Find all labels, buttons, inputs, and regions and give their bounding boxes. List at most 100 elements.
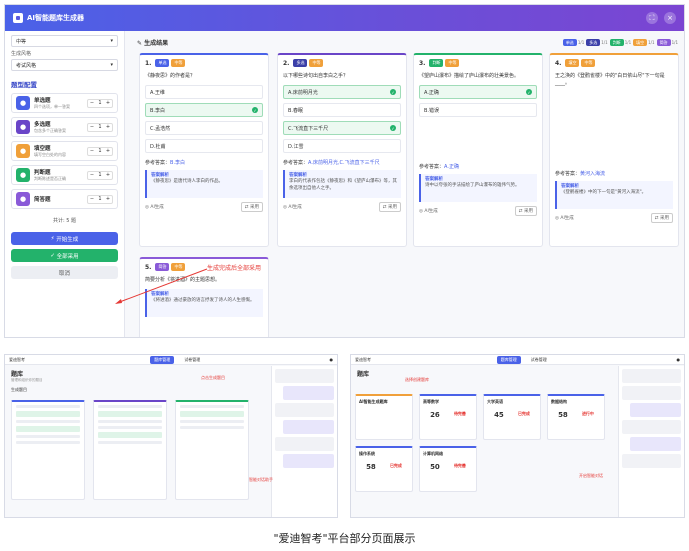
cancel-button[interactable]: 取消 — [11, 266, 118, 279]
question-type-desc: 判断陈述是否正确 — [34, 176, 66, 181]
filter-count: 1/1 — [671, 39, 678, 45]
adopt-button[interactable]: ⇄ 采用 — [378, 202, 401, 212]
plus-icon[interactable]: + — [104, 148, 112, 154]
quantity-stepper[interactable]: −1 + — [87, 170, 113, 180]
annotation-create: 选择创建题库 — [405, 377, 429, 382]
avatar[interactable]: ● — [330, 357, 334, 362]
adopt-button[interactable]: ⇄ 采用 — [240, 202, 263, 212]
adopt-all-button[interactable]: ✓ 全部采用 — [11, 249, 118, 262]
tab-question-bank[interactable]: 题库管理 — [150, 355, 175, 364]
quantity-stepper[interactable]: −1 + — [87, 194, 113, 204]
type-filters: 单选 1/1 多选 1/1 判断 1/1 填空 1/1 简答 1/1 — [561, 38, 678, 46]
filter-chip[interactable]: 单选 — [562, 38, 577, 46]
mini-top-bar: 爱迪智考 题库管理 试卷管理 ● — [5, 355, 337, 365]
option-item[interactable]: C.飞流直下三千尺 ✓ — [283, 121, 401, 135]
option-item[interactable]: A.正确 ✓ — [419, 85, 537, 99]
annotation-adopt: 生成完成后全部采用 — [207, 265, 262, 272]
option-item[interactable]: B.春眠 — [283, 103, 401, 117]
adopt-button[interactable]: ⇄ 采用 — [650, 213, 673, 223]
option-item[interactable]: D.江雪 — [283, 139, 401, 153]
bank-card[interactable]: 操作系统 58 已完成 — [355, 446, 413, 492]
quantity-stepper[interactable]: −1 + — [87, 146, 113, 156]
type-tag: 多选 — [293, 59, 308, 67]
option-item[interactable]: C.孟浩然 — [145, 121, 263, 135]
fullscreen-icon[interactable]: ⛶ — [646, 12, 658, 24]
option-item[interactable]: B.李白 ✓ — [145, 103, 263, 117]
question-card: 3. 判断 中等 《望庐山瀑布》描绘了庐山瀑布的壮美景色。 A.正确 ✓ B.错误 参考答案：… — [413, 53, 543, 247]
annotation-generate: 点击生成题目 — [201, 375, 225, 380]
question-text: 《望庐山瀑布》描绘了庐山瀑布的壮美景色。 — [419, 73, 520, 79]
avatar[interactable]: ● — [677, 357, 681, 362]
question-type-desc: 四个选项，单一答案 — [34, 104, 70, 109]
page-title: 题库 — [357, 371, 370, 378]
minus-icon[interactable]: − — [88, 172, 96, 178]
question-type-row: ● 判断题 判断陈述是否正确 −1 + — [11, 165, 118, 185]
style-select[interactable]: 考试风格 ▾ — [11, 59, 118, 71]
option-item[interactable]: A.王维 — [145, 85, 263, 99]
style-label: 生成风格 — [11, 51, 32, 57]
ai-source: ◎ AI生成 — [555, 216, 574, 221]
tab-exam[interactable]: 试卷管理 — [180, 356, 204, 364]
generate-button[interactable]: ⚡ 开始生成 — [11, 232, 118, 245]
minus-icon[interactable]: − — [88, 124, 96, 130]
filter-count: 1/1 — [624, 39, 632, 45]
minus-icon[interactable]: − — [88, 100, 96, 106]
plus-icon[interactable]: + — [104, 124, 112, 130]
question-type-icon: ● — [16, 168, 30, 182]
quantity-stepper[interactable]: −1 + — [87, 98, 113, 108]
annotation-chat: 智能对话助手 — [249, 477, 273, 482]
reference-answer: 参考答案：A.正确 — [419, 164, 459, 170]
plus-icon[interactable]: + — [104, 100, 112, 106]
question-number: 2. — [283, 59, 290, 67]
explanation-box: 答案解析 诗中以夸张的手法描绘了庐山瀑布的雄伟气势。 — [419, 174, 537, 202]
create-bank-card[interactable]: AI智能生成题库 — [355, 394, 413, 440]
question-type-icon: ● — [16, 120, 30, 134]
page-title: 题库 — [11, 371, 24, 378]
check-icon: ✓ — [252, 107, 258, 113]
level-tag: 中等 — [171, 59, 186, 67]
top-bar: AI智能题库生成器 ⛶ × — [5, 5, 684, 31]
level-tag: 中等 — [581, 59, 596, 67]
option-item[interactable]: A.床前明月光 ✓ — [283, 85, 401, 99]
explanation-box: 答案解析 《静夜思》是唐代诗人李白的作品。 — [145, 170, 263, 198]
option-item[interactable]: D.杜甫 — [145, 139, 263, 153]
mini-card — [175, 400, 249, 500]
filter-chip[interactable]: 判断 — [609, 38, 624, 46]
filter-chip[interactable]: 简答 — [656, 38, 671, 46]
plus-icon[interactable]: + — [104, 196, 112, 202]
filter-chip[interactable]: 填空 — [633, 38, 648, 46]
filter-count: 1/1 — [577, 39, 585, 45]
question-text: 以下哪些诗句出自李白之手？ — [283, 73, 349, 79]
question-type-row: ● 填空题 填写空白处的内容 −1 + — [11, 141, 118, 161]
minus-icon[interactable]: − — [88, 196, 96, 202]
question-type-name: 多选题 — [34, 122, 51, 128]
plus-icon[interactable]: + — [104, 172, 112, 178]
filter-chip[interactable]: 多选 — [586, 38, 601, 46]
reference-answer: 参考答案：A.床前明月光,C.飞流直下三千尺 — [283, 160, 380, 166]
bank-card[interactable]: 计算机网络 50 待完善 — [419, 446, 477, 492]
question-number: 3. — [419, 59, 426, 67]
quantity-stepper[interactable]: −1 + — [87, 122, 113, 132]
check-icon: ✓ — [526, 89, 532, 95]
bank-card[interactable]: 大学英语 45 已完成 — [483, 394, 541, 440]
explanation-box: 答案解析 李白的代表作包括《静夜思》和《望庐山瀑布》等，其余选项出自他人之手。 — [283, 170, 401, 198]
question-number: 4. — [555, 59, 562, 67]
difficulty-select[interactable]: 中等 ▾ — [11, 35, 118, 47]
minus-icon[interactable]: − — [88, 148, 96, 154]
chat-panel — [618, 366, 684, 517]
mini-card — [11, 400, 85, 500]
type-tag: 判断 — [429, 59, 444, 67]
question-type-name: 简答题 — [34, 197, 51, 203]
close-icon[interactable]: × — [664, 12, 676, 24]
section-title: 题型配置 — [11, 81, 37, 89]
bank-card[interactable]: 数据结构 58 进行中 — [547, 394, 605, 440]
results-header: ✎ 生成结果 单选 1/1 多选 1/1 判断 1/1 填空 1/1 简答 1/1 — [137, 35, 678, 49]
tab-question-bank[interactable]: 题库管理 — [496, 355, 521, 364]
option-item[interactable]: B.错误 — [419, 103, 537, 117]
question-bank-screenshot: 爱迪智考 题库管理 试卷管理 ● 题库 管理和组织你的题目 生成题目 点击生成题… — [4, 354, 338, 518]
adopt-button[interactable]: ⇄ 采用 — [514, 206, 537, 216]
tab-exam[interactable]: 试卷管理 — [527, 356, 551, 364]
bank-card[interactable]: 高等数学 26 待完善 — [419, 394, 477, 440]
ai-source: ◎ AI生成 — [419, 209, 438, 214]
annotation-arrow — [115, 268, 208, 304]
